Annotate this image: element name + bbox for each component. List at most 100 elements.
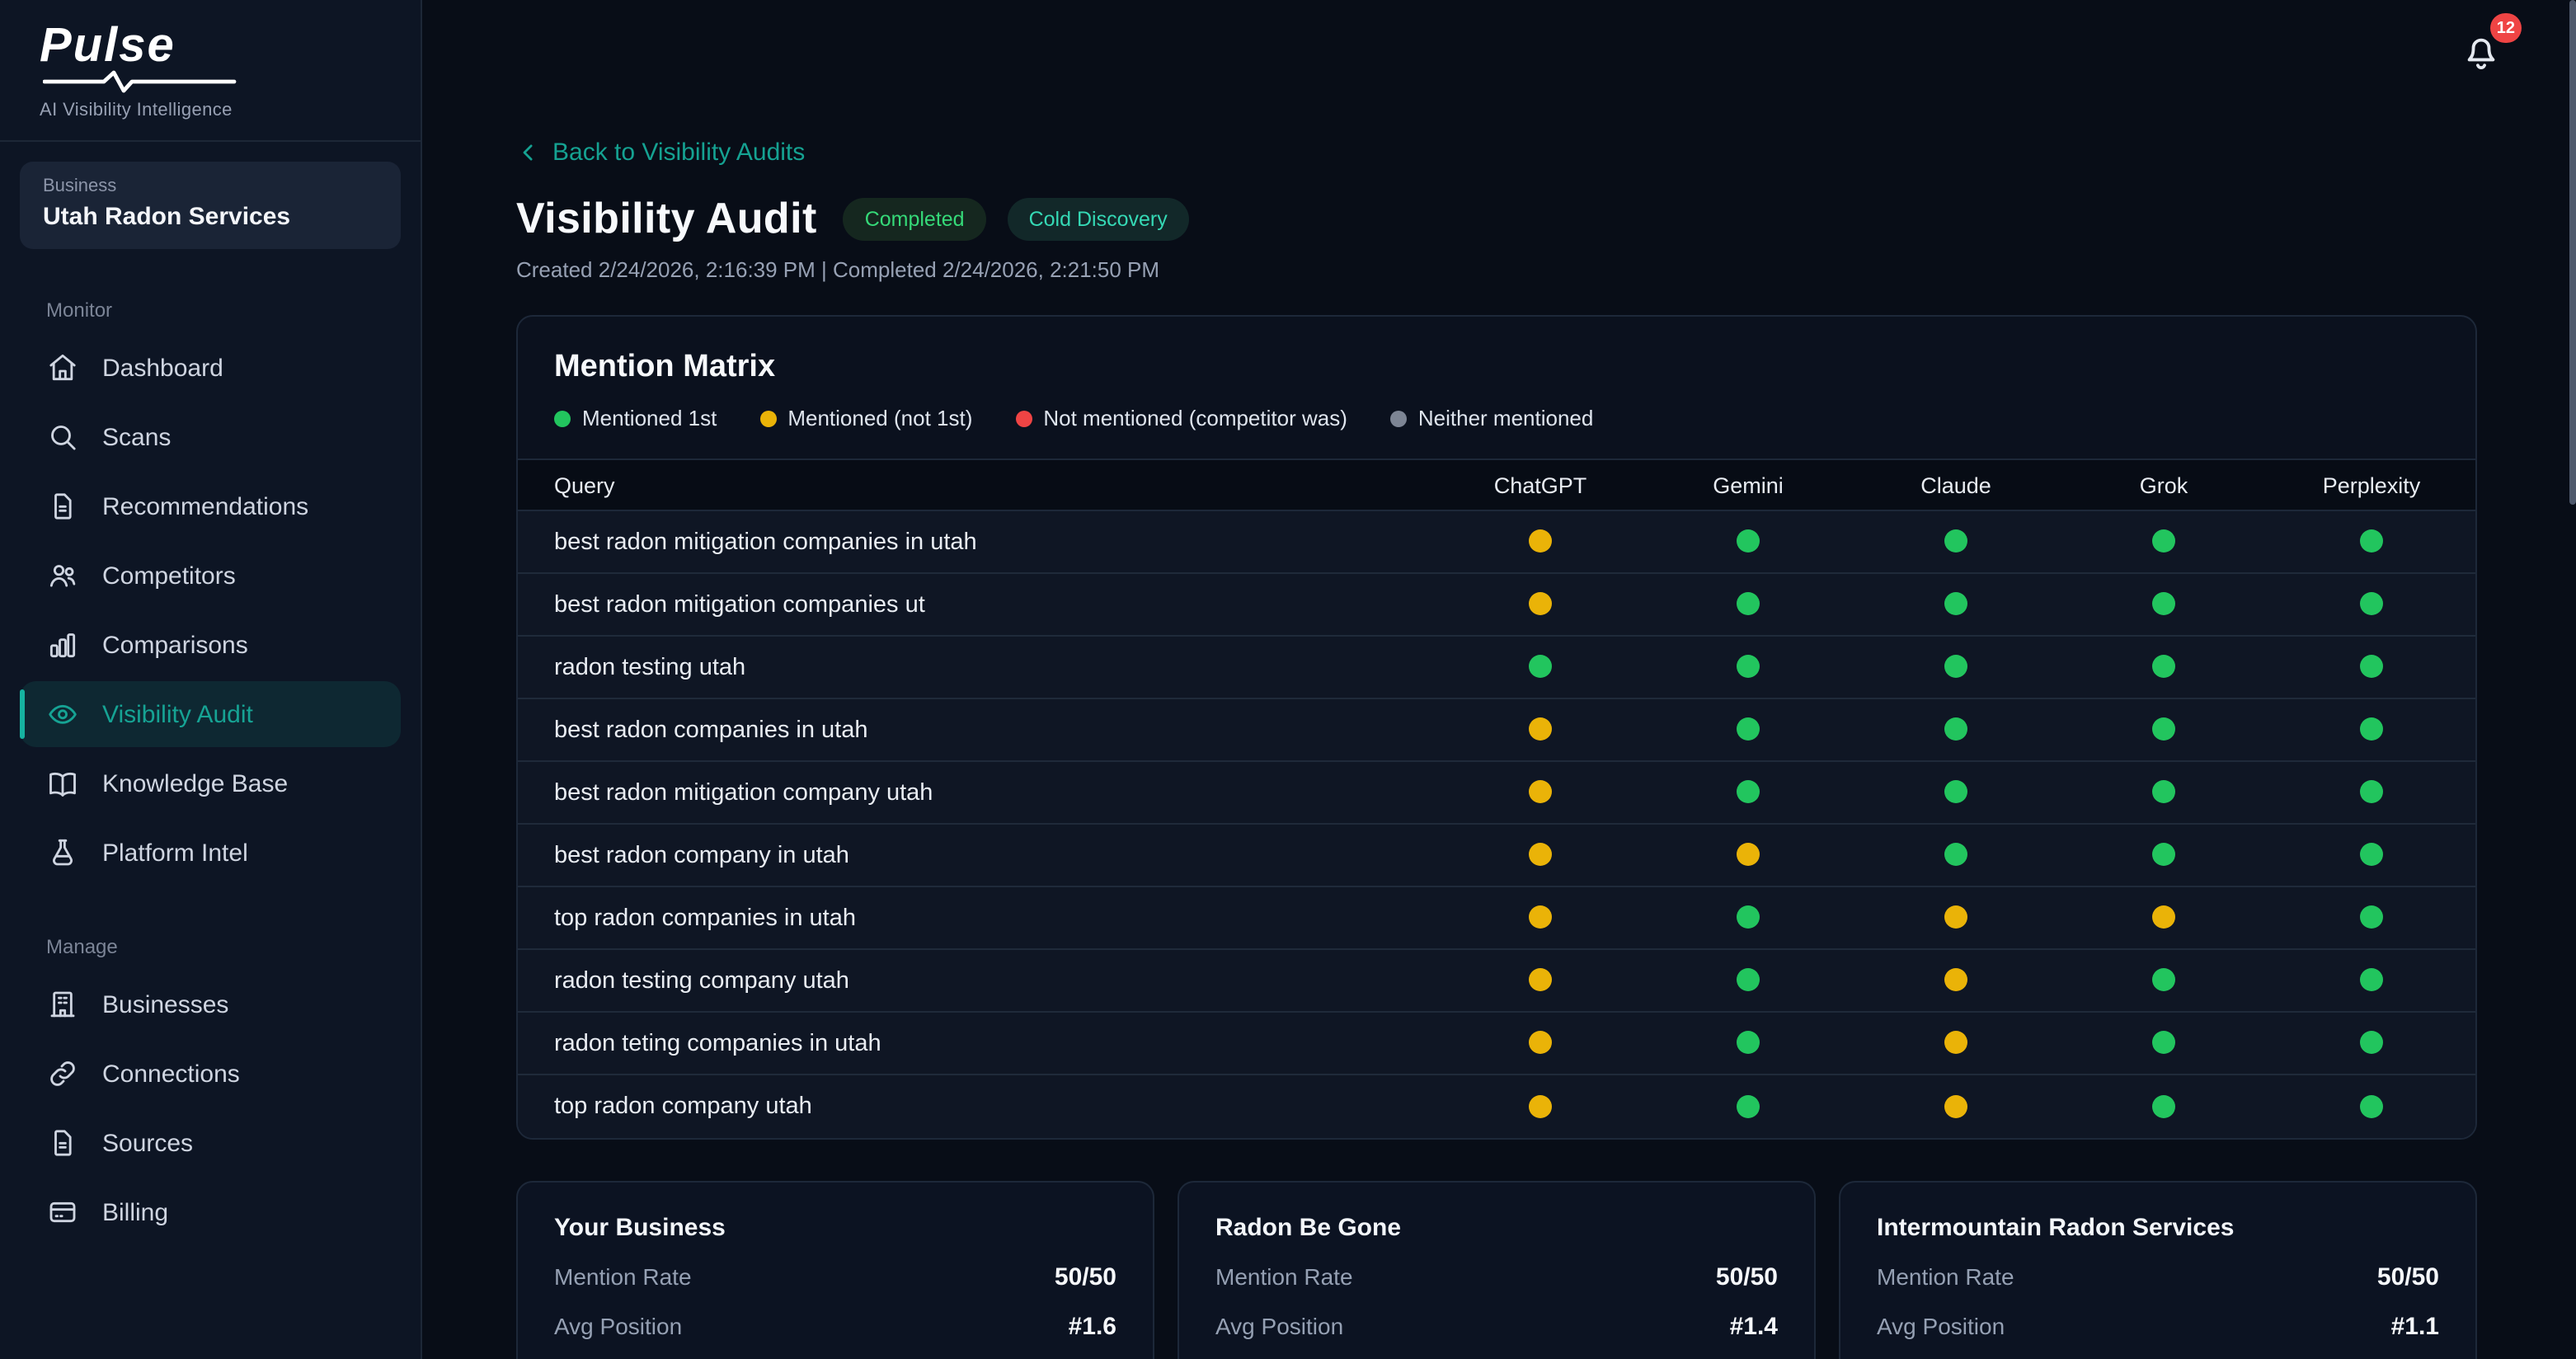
sidebar-item-billing[interactable]: Billing	[20, 1180, 401, 1246]
platform-cell	[1644, 698, 1852, 761]
mention-dot-not-first	[1529, 593, 1552, 616]
sidebar-item-label: Competitors	[102, 562, 236, 590]
sidebar-section-label: Monitor	[46, 299, 421, 322]
column-header-claude: Claude	[1852, 459, 2060, 510]
notifications-button[interactable]: 12	[2451, 21, 2510, 81]
platform-cell	[1436, 573, 1644, 636]
sidebar-item-connections[interactable]: Connections	[20, 1042, 401, 1107]
mention-dot-first	[1737, 593, 1760, 616]
sidebar-item-recommendations[interactable]: Recommendations	[20, 474, 401, 540]
mention-dot-not-first	[1944, 1094, 1967, 1117]
sidebar-item-label: Businesses	[102, 991, 228, 1019]
platform-cell	[2268, 1075, 2475, 1137]
sidebar-item-visibility-audit[interactable]: Visibility Audit	[20, 682, 401, 748]
legend-item: Neither mentioned	[1390, 406, 1593, 430]
table-row: best radon mitigation companies ut	[518, 573, 2475, 636]
platform-cell	[1852, 949, 2060, 1012]
sidebar-item-label: Platform Intel	[102, 839, 248, 868]
bell-icon	[2451, 61, 2512, 89]
sidebar-item-knowledge-base[interactable]: Knowledge Base	[20, 751, 401, 817]
sidebar-item-sources[interactable]: Sources	[20, 1111, 401, 1177]
mention-dot-first	[1944, 781, 1967, 804]
query-cell: radon testing company utah	[518, 949, 1436, 1012]
sidebar-item-platform-intel[interactable]: Platform Intel	[20, 821, 401, 886]
sidebar-item-competitors[interactable]: Competitors	[20, 543, 401, 609]
sidebar-item-label: Knowledge Base	[102, 770, 288, 798]
legend-dot-competitor-only	[1015, 410, 1032, 426]
page-content: Back to Visibility Audits Visibility Aud…	[422, 0, 2576, 1359]
sidebar-item-scans[interactable]: Scans	[20, 405, 401, 471]
search-icon	[46, 421, 79, 454]
document-icon	[46, 1127, 79, 1160]
platform-cell	[1644, 510, 1852, 573]
sidebar-item-comparisons[interactable]: Comparisons	[20, 613, 401, 679]
legend-dot-neither	[1390, 410, 1407, 426]
mention-dot-first	[1737, 906, 1760, 929]
table-row: radon testing company utah	[518, 949, 2475, 1012]
platform-cell	[1852, 886, 2060, 949]
legend-label: Neither mentioned	[1418, 406, 1593, 430]
metric-label: Mention Rate	[1215, 1263, 1353, 1290]
platform-cell	[2060, 1075, 2268, 1137]
mention-dot-first	[1944, 844, 1967, 867]
mention-dot-not-first	[1529, 718, 1552, 741]
notification-count-badge: 12	[2490, 13, 2522, 43]
platform-cell	[2060, 824, 2268, 886]
metric-label: Mention Rate	[554, 1263, 692, 1290]
credit-card-icon	[46, 1197, 79, 1230]
eye-icon	[46, 698, 79, 731]
business-name: Utah Radon Services	[43, 204, 378, 232]
mention-dot-first	[1529, 656, 1552, 679]
metric-value: #1.4	[1730, 1312, 1778, 1340]
platform-cell	[1644, 1012, 1852, 1075]
query-cell: best radon mitigation company utah	[518, 761, 1436, 824]
column-header-perplexity: Perplexity	[2268, 459, 2475, 510]
sidebar-item-label: Scans	[102, 424, 171, 452]
query-cell: radon teting companies in utah	[518, 1012, 1436, 1075]
metric-row: Avg Position#1.1	[1877, 1312, 2439, 1340]
scrollbar-thumb[interactable]	[2569, 0, 2576, 505]
business-switcher[interactable]: Business Utah Radon Services	[20, 162, 401, 250]
chevron-left-icon	[516, 140, 541, 165]
mention-matrix-table: QueryChatGPTGeminiClaudeGrokPerplexity b…	[518, 458, 2475, 1137]
table-row: best radon company in utah	[518, 824, 2475, 886]
mention-dot-first	[2360, 906, 2383, 929]
mention-matrix-title: Mention Matrix	[554, 350, 2439, 386]
legend-item: Mentioned (not 1st)	[759, 406, 972, 430]
completed-badge: Completed	[844, 197, 986, 240]
column-header-grok: Grok	[2060, 459, 2268, 510]
platform-cell	[1644, 573, 1852, 636]
table-row: top radon companies in utah	[518, 886, 2475, 949]
mention-dot-not-first	[2152, 906, 2175, 929]
mention-dot-first	[1737, 718, 1760, 741]
mention-matrix-header: Mention Matrix Mentioned 1stMentioned (n…	[518, 317, 2475, 458]
platform-cell	[1852, 1075, 2060, 1137]
query-cell: radon testing utah	[518, 636, 1436, 698]
platform-cell	[1436, 698, 1644, 761]
card-title: Intermountain Radon Services	[1877, 1213, 2439, 1241]
summary-card-radon-be-gone: Radon Be GoneMention Rate50/50Avg Positi…	[1178, 1180, 1816, 1359]
back-link[interactable]: Back to Visibility Audits	[516, 139, 805, 167]
table-row: best radon companies in utah	[518, 698, 2475, 761]
metric-label: Avg Position	[1215, 1313, 1343, 1339]
sidebar-item-dashboard[interactable]: Dashboard	[20, 336, 401, 402]
mention-dot-first	[1737, 656, 1760, 679]
mention-dot-first	[1944, 593, 1967, 616]
page-title: Visibility Audit	[516, 193, 817, 244]
metric-row: Mention Rate50/50	[1215, 1263, 1778, 1291]
sidebar-item-businesses[interactable]: Businesses	[20, 972, 401, 1038]
metric-row: Mention Rate 50/50	[554, 1263, 1116, 1291]
legend-label: Mentioned (not 1st)	[787, 406, 972, 430]
platform-cell	[1852, 824, 2060, 886]
table-row: radon testing utah	[518, 636, 2475, 698]
platform-cell	[1436, 510, 1644, 573]
query-cell: top radon companies in utah	[518, 886, 1436, 949]
platform-cell	[1436, 636, 1644, 698]
mention-dot-first	[2360, 1094, 2383, 1117]
metric-value: 50/50	[1055, 1263, 1116, 1291]
sidebar-section-label: Manage	[46, 936, 421, 959]
metric-label: Avg Position	[1877, 1313, 2005, 1339]
building-icon	[46, 989, 79, 1022]
mention-dot-not-first	[1529, 844, 1552, 867]
back-link-label: Back to Visibility Audits	[552, 139, 805, 167]
